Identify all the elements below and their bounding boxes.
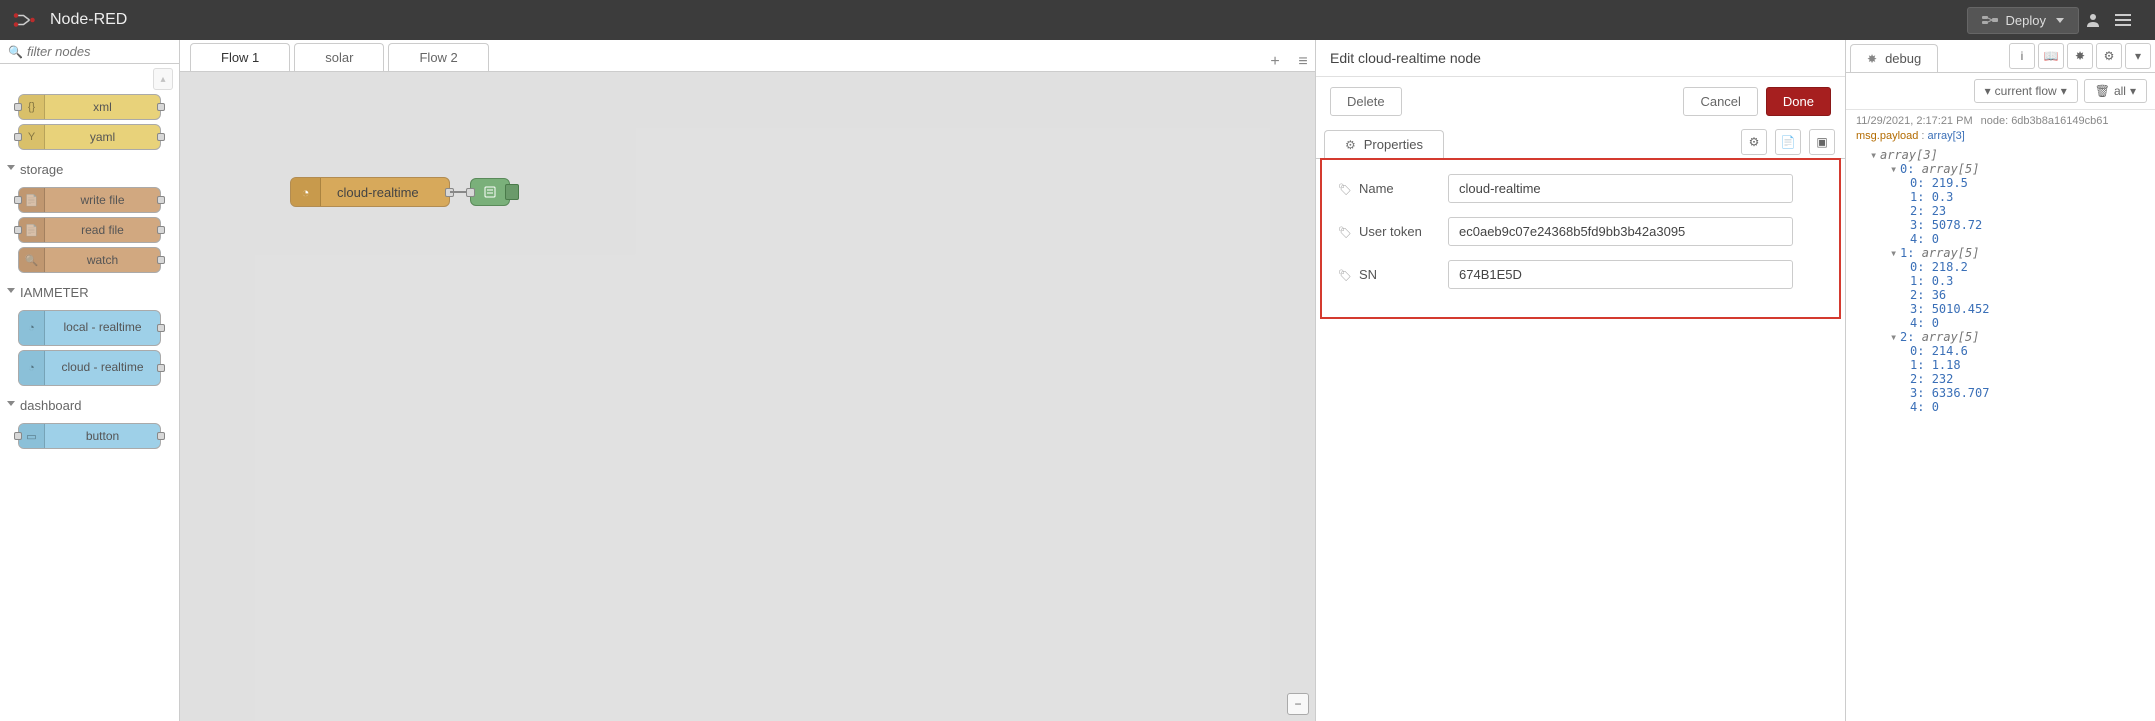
palette-category-iammeter[interactable]: IAMMETER [0,277,179,306]
msg-node-id: node: 6db3b8a16149cb61 [1981,115,2109,127]
node-settings-icon[interactable]: ⚙ [1741,129,1767,155]
gauge-icon: ◔ [19,351,45,385]
debug-output: 11/29/2021, 2:17:21 PM node: 6db3b8a1614… [1846,110,2155,721]
name-label: Name [1338,181,1438,196]
tabs-menu-icon[interactable]: ≡ [1291,53,1315,71]
search-icon: 🔍 [8,45,23,59]
node-docs-icon[interactable]: 📄 [1775,129,1801,155]
zoom-button[interactable]: − [1287,693,1309,715]
workspace: Flow 1 solar Flow 2 + ≡ ◔ cloud-realtime [180,40,1315,721]
palette: 🔍 ▴ {}xml Yyaml storage 📄write file 📄rea… [0,40,180,721]
debug-toggle[interactable] [505,184,519,200]
user-token-field[interactable] [1448,217,1793,246]
edit-tray-title: Edit cloud-realtime node [1316,40,1845,77]
chevron-down-icon [2056,18,2064,23]
trash-icon: 🗑 [2095,84,2110,98]
palette-node-local-realtime[interactable]: ◔local - realtime [18,310,161,346]
palette-node-button[interactable]: ▭button [18,423,161,449]
gear-icon [1345,137,1359,152]
bug-icon [1867,51,1880,66]
chevron-down-icon: ▾ [2130,84,2136,98]
delete-button[interactable]: Delete [1330,87,1402,116]
flow-node-debug[interactable] [470,178,510,206]
msg-timestamp: 11/29/2021, 2:17:21 PM [1856,115,1973,127]
palette-node-yaml[interactable]: Yyaml [18,124,161,150]
cancel-button[interactable]: Cancel [1683,87,1757,116]
palette-node-watch[interactable]: 🔍watch [18,247,161,273]
sidebar-info-icon[interactable]: i [2009,43,2035,69]
deploy-label: Deploy [2006,13,2046,28]
sn-label: SN [1338,267,1438,282]
filter-nodes-input[interactable] [27,44,171,59]
scroll-up-icon[interactable]: ▴ [153,68,173,90]
add-tab-button[interactable]: + [1263,53,1287,71]
name-field[interactable] [1448,174,1793,203]
tag-icon [1338,224,1355,239]
flow-node-cloud-realtime[interactable]: ◔ cloud-realtime [290,177,450,207]
sn-field[interactable] [1448,260,1793,289]
app-title: Node-RED [50,11,1967,29]
tag-icon [1338,267,1355,282]
sidebar-config-icon[interactable]: ⚙ [2096,43,2122,69]
node-appearance-icon[interactable]: ▣ [1809,129,1835,155]
deploy-button[interactable]: Deploy [1967,7,2079,34]
node-input-port[interactable] [466,188,475,197]
tag-icon [1338,181,1355,196]
gauge-icon: ◔ [291,178,321,206]
palette-category-dashboard[interactable]: dashboard [0,390,179,419]
tab-flow1[interactable]: Flow 1 [190,43,290,71]
clear-all-button[interactable]: 🗑 all ▾ [2084,79,2147,103]
sidebar: debug i 📖 ✸ ⚙ ▾ ▾ current flow ▾ 🗑 all ▾ [1845,40,2155,721]
flow-canvas[interactable]: ◔ cloud-realtime − [180,72,1315,721]
user-icon[interactable] [2085,12,2115,28]
done-button[interactable]: Done [1766,87,1831,116]
sidebar-help-icon[interactable]: 📖 [2038,43,2064,69]
chevron-down-icon: ▾ [2061,84,2067,98]
msg-payload-type: array[3] [1928,130,1965,142]
edit-tray: Edit cloud-realtime node Delete Cancel D… [1315,40,1845,721]
logo [10,10,40,30]
palette-node-cloud-realtime[interactable]: ◔cloud - realtime [18,350,161,386]
msg-payload-label: msg.payload [1856,130,1918,142]
sidebar-menu-icon[interactable]: ▾ [2125,43,2151,69]
palette-node-write-file[interactable]: 📄write file [18,187,161,213]
menu-icon[interactable] [2115,12,2145,28]
token-label: User token [1338,224,1438,239]
filter-icon: ▾ [1985,84,1991,98]
tab-flow2[interactable]: Flow 2 [388,43,488,71]
tab-solar[interactable]: solar [294,43,384,71]
palette-node-xml[interactable]: {}xml [18,94,161,120]
filter-current-flow-button[interactable]: ▾ current flow ▾ [1974,79,2078,103]
edit-form: Name User token SN [1320,158,1841,319]
tab-properties[interactable]: Properties [1324,130,1444,158]
tab-debug[interactable]: debug [1850,44,1938,72]
palette-category-storage[interactable]: storage [0,154,179,183]
gauge-icon: ◔ [19,311,45,345]
sidebar-debug-icon[interactable]: ✸ [2067,43,2093,69]
palette-node-read-file[interactable]: 📄read file [18,217,161,243]
